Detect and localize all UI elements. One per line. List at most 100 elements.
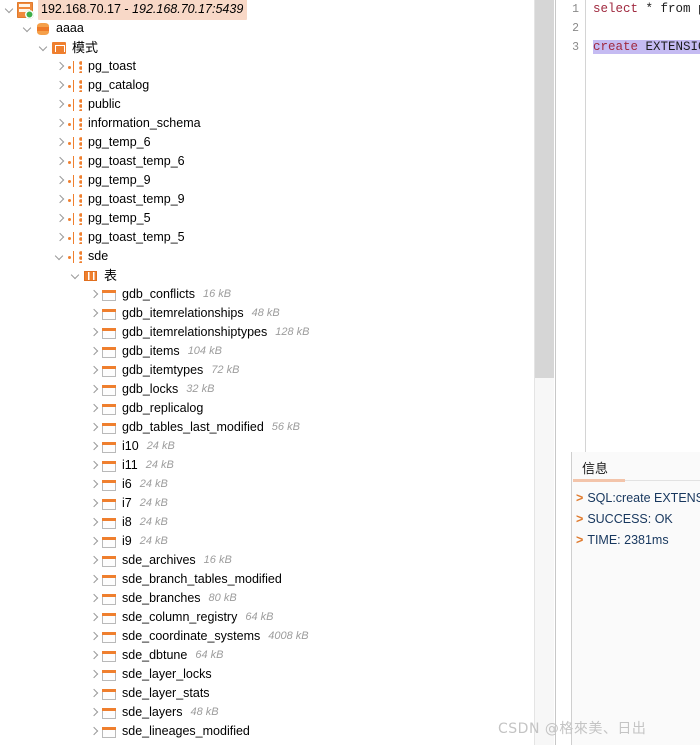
database-object-tree[interactable]: 192.168.70.17 - 192.168.70.17:5439 aaaa … xyxy=(0,0,534,745)
tree-scrollbar-thumb[interactable] xyxy=(535,0,554,378)
chevron-right-icon[interactable] xyxy=(88,361,101,380)
chevron-right-icon[interactable] xyxy=(54,133,67,152)
chevron-down-icon[interactable] xyxy=(38,38,51,57)
chevron-right-icon[interactable] xyxy=(88,342,101,361)
tree-node-table[interactable]: gdb_locks 32 kB xyxy=(0,380,534,399)
table-icon xyxy=(101,439,117,455)
chevron-right-icon[interactable] xyxy=(88,399,101,418)
tree-node-schema[interactable]: pg_toast_temp_6 xyxy=(0,152,534,171)
schema-label: pg_temp_5 xyxy=(88,211,151,225)
chevron-right-icon[interactable] xyxy=(54,114,67,133)
tree-node-schema[interactable]: pg_toast xyxy=(0,57,534,76)
chevron-right-icon[interactable] xyxy=(88,418,101,437)
tree-node-table[interactable]: gdb_itemtypes 72 kB xyxy=(0,361,534,380)
tree-node-table[interactable]: gdb_tables_last_modified 56 kB xyxy=(0,418,534,437)
tree-node-table[interactable]: i10 24 kB xyxy=(0,437,534,456)
chevron-right-icon[interactable] xyxy=(54,95,67,114)
tree-node-schema[interactable]: pg_temp_9 xyxy=(0,171,534,190)
tree-node-table[interactable]: gdb_items 104 kB xyxy=(0,342,534,361)
chevron-right-icon[interactable] xyxy=(88,475,101,494)
tree-node-table[interactable]: i6 24 kB xyxy=(0,475,534,494)
chevron-right-icon[interactable] xyxy=(54,228,67,247)
schema-node-icon xyxy=(67,173,83,189)
tree-node-table[interactable]: sde_lineages_modified xyxy=(0,722,534,741)
chevron-right-icon[interactable] xyxy=(88,494,101,513)
chevron-right-icon[interactable] xyxy=(54,171,67,190)
tree-node-table[interactable]: i8 24 kB xyxy=(0,513,534,532)
tree-node-schemas-group[interactable]: 模式 xyxy=(0,38,534,57)
chevron-right-icon[interactable] xyxy=(88,608,101,627)
chevron-right-icon[interactable] xyxy=(88,532,101,551)
tree-node-schema[interactable]: public xyxy=(0,95,534,114)
messages-tab-bar: 信息 xyxy=(572,452,700,482)
chevron-right-icon[interactable] xyxy=(88,513,101,532)
chevron-down-icon[interactable] xyxy=(54,247,67,266)
tree-node-table[interactable]: sde_coordinate_systems 4008 kB xyxy=(0,627,534,646)
tree-node-table[interactable]: gdb_itemrelationshiptypes 128 kB xyxy=(0,323,534,342)
chevron-right-icon[interactable] xyxy=(54,152,67,171)
table-size: 48 kB xyxy=(251,307,280,319)
tree-node-table[interactable]: sde_layer_stats xyxy=(0,684,534,703)
chevron-right-icon[interactable] xyxy=(88,304,101,323)
chevron-right-icon[interactable] xyxy=(54,76,67,95)
chevron-right-icon[interactable] xyxy=(88,627,101,646)
tree-node-schema[interactable]: pg_temp_6 xyxy=(0,133,534,152)
chevron-down-icon[interactable] xyxy=(70,266,83,285)
chevron-right-icon[interactable] xyxy=(88,684,101,703)
tree-node-table[interactable]: gdb_itemrelationships 48 kB xyxy=(0,304,534,323)
chevron-right-icon[interactable] xyxy=(88,589,101,608)
tree-node-table[interactable]: sde_branch_tables_modified xyxy=(0,570,534,589)
chevron-right-icon[interactable] xyxy=(88,437,101,456)
chevron-right-icon[interactable] xyxy=(88,703,101,722)
tree-node-database[interactable]: aaaa xyxy=(0,19,534,38)
tree-node-tables-group[interactable]: 表 xyxy=(0,266,534,285)
tree-node-schema[interactable]: sde xyxy=(0,247,534,266)
chevron-down-icon[interactable] xyxy=(4,0,17,19)
tree-node-connection[interactable]: 192.168.70.17 - 192.168.70.17:5439 xyxy=(0,0,534,20)
sql-editor[interactable]: 1 2 3 select * from p create EXTENSIO xyxy=(556,0,700,452)
chevron-right-icon[interactable] xyxy=(54,190,67,209)
chevron-right-icon[interactable] xyxy=(88,665,101,684)
tree-node-table[interactable]: gdb_conflicts 16 kB xyxy=(0,285,534,304)
table-icon xyxy=(101,515,117,531)
tree-node-table[interactable]: sde_branches 80 kB xyxy=(0,589,534,608)
schema-node-icon xyxy=(67,230,83,246)
tree-node-schema[interactable]: information_schema xyxy=(0,114,534,133)
table-label: gdb_items xyxy=(122,344,180,358)
tree-node-schema[interactable]: pg_toast_temp_9 xyxy=(0,190,534,209)
chevron-right-icon[interactable] xyxy=(88,285,101,304)
tree-node-schema[interactable]: pg_catalog xyxy=(0,76,534,95)
editor-code-area[interactable]: select * from p create EXTENSIO xyxy=(587,0,700,452)
table-icon xyxy=(101,667,117,683)
tree-node-table[interactable]: sde_layers 48 kB xyxy=(0,703,534,722)
tree-node-table[interactable]: gdb_replicalog xyxy=(0,399,534,418)
tree-node-table[interactable]: sde_dbtune 64 kB xyxy=(0,646,534,665)
schema-label: pg_toast_temp_6 xyxy=(88,154,185,168)
code-line[interactable] xyxy=(593,19,700,38)
chevron-right-icon[interactable] xyxy=(88,646,101,665)
tree-node-table[interactable]: i9 24 kB xyxy=(0,532,534,551)
chevron-right-icon[interactable] xyxy=(54,209,67,228)
tree-vertical-scrollbar[interactable] xyxy=(534,0,554,745)
code-line[interactable]: select * from p xyxy=(593,0,700,19)
tab-messages[interactable]: 信息 xyxy=(572,452,619,482)
chevron-down-icon[interactable] xyxy=(22,19,35,38)
table-icon xyxy=(101,420,117,436)
chevron-right-icon[interactable] xyxy=(88,570,101,589)
tree-node-schema[interactable]: pg_temp_5 xyxy=(0,209,534,228)
tree-node-table[interactable]: sde_archives 16 kB xyxy=(0,551,534,570)
chevron-right-icon[interactable] xyxy=(88,323,101,342)
code-line[interactable]: create EXTENSIO xyxy=(593,38,700,57)
message-arrow-icon: > xyxy=(576,512,584,526)
tree-node-table[interactable]: sde_column_registry 64 kB xyxy=(0,608,534,627)
chevron-right-icon[interactable] xyxy=(88,380,101,399)
tree-node-table[interactable]: i11 24 kB xyxy=(0,456,534,475)
chevron-right-icon[interactable] xyxy=(54,57,67,76)
chevron-right-icon[interactable] xyxy=(88,456,101,475)
tree-node-table[interactable]: i7 24 kB xyxy=(0,494,534,513)
tree-node-schema[interactable]: pg_toast_temp_5 xyxy=(0,228,534,247)
chevron-right-icon[interactable] xyxy=(88,722,101,741)
table-icon xyxy=(101,306,117,322)
tree-node-table[interactable]: sde_layer_locks xyxy=(0,665,534,684)
chevron-right-icon[interactable] xyxy=(88,551,101,570)
